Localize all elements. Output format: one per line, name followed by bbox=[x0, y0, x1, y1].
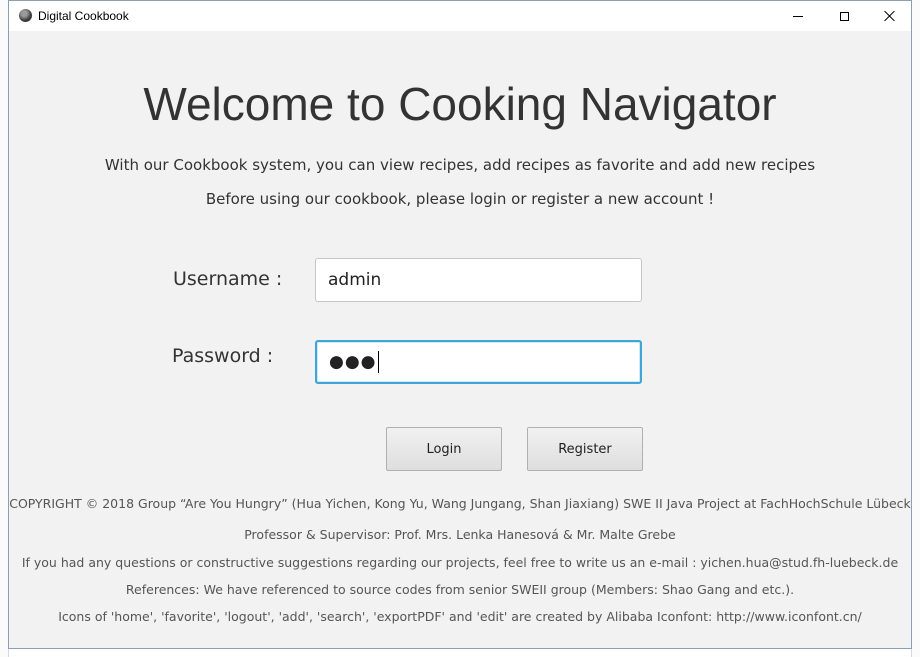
password-value: ●●● bbox=[329, 352, 377, 372]
username-input[interactable]: admin bbox=[315, 258, 642, 302]
window-title: Digital Cookbook bbox=[38, 9, 129, 23]
minimize-icon bbox=[793, 15, 803, 17]
intro-text: With our Cookbook system, you can view r… bbox=[104, 156, 816, 174]
cookbook-app-icon bbox=[19, 9, 32, 22]
username-value: admin bbox=[328, 270, 382, 290]
page-title: Welcome to Cooking Navigator bbox=[143, 78, 777, 130]
references-text: References: We have referenced to source… bbox=[125, 582, 795, 597]
copyright-text: COPYRIGHT © 2018 Group “Are You Hungry” … bbox=[9, 496, 911, 511]
maximize-icon bbox=[839, 11, 849, 21]
close-button[interactable] bbox=[867, 1, 913, 31]
contact-text: If you had any questions or constructive… bbox=[21, 555, 899, 570]
supervisor-text: Professor & Supervisor: Prof. Mrs. Lenka… bbox=[244, 527, 676, 542]
app-window: Digital Cookbook Welcome to Cooking Navi… bbox=[8, 0, 912, 649]
login-button[interactable]: Login bbox=[386, 427, 502, 471]
text-caret bbox=[377, 351, 379, 373]
register-button-label: Register bbox=[558, 441, 612, 457]
login-button-label: Login bbox=[426, 441, 462, 457]
password-label: Password : bbox=[172, 345, 274, 367]
register-button[interactable]: Register bbox=[527, 427, 643, 471]
close-icon bbox=[884, 10, 896, 22]
login-prompt-text: Before using our cookbook, please login … bbox=[205, 190, 715, 208]
title-bar[interactable]: Digital Cookbook bbox=[9, 1, 911, 31]
maximize-button[interactable] bbox=[821, 1, 867, 31]
minimize-button[interactable] bbox=[775, 1, 821, 31]
username-label: Username : bbox=[173, 268, 283, 290]
icons-credit-text: Icons of 'home', 'favorite', 'logout', '… bbox=[58, 609, 862, 624]
desktop-background-right bbox=[911, 0, 920, 657]
password-input[interactable]: ●●● bbox=[315, 340, 642, 384]
login-panel: Welcome to Cooking Navigator With our Co… bbox=[9, 31, 911, 648]
